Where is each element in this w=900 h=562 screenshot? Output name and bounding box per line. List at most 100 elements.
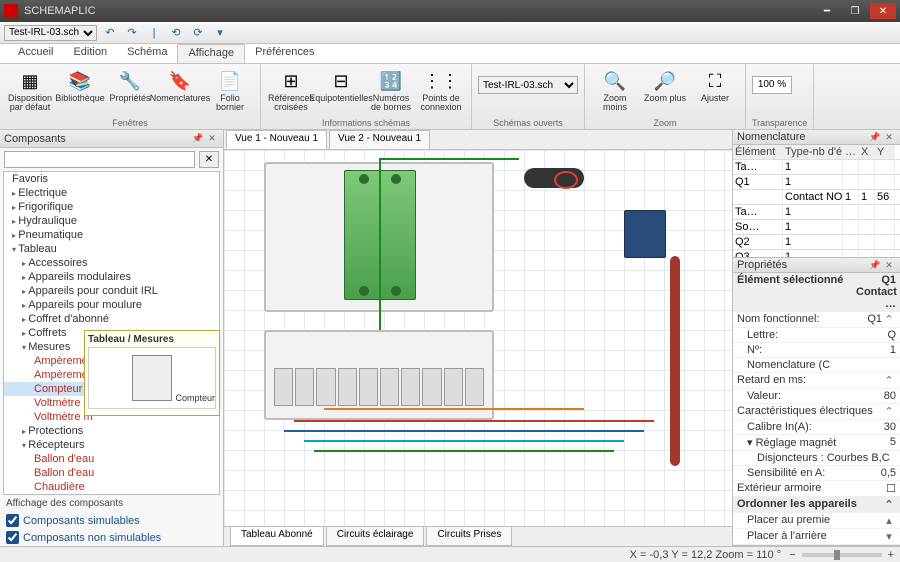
- panel-close-button[interactable]: ✕: [205, 132, 219, 146]
- component-tooltip: Tableau / Mesures Compteur: [84, 330, 220, 416]
- tree-cat-tableau[interactable]: Tableau: [4, 242, 219, 256]
- qat-dropdown[interactable]: ▾: [211, 25, 229, 41]
- ribbon-group-ouverts: Test-IRL-03.sch Schémas ouverts: [472, 64, 585, 129]
- props-icon: 🔧: [114, 68, 146, 94]
- transparency-value[interactable]: 100 %: [752, 76, 792, 94]
- properties-header: Propriétés 📌 ✕: [733, 258, 900, 273]
- nomen-row[interactable]: So…1: [733, 220, 900, 235]
- refs-croisees-button[interactable]: ⊞Références croisées: [267, 66, 315, 114]
- folio-icon: 📄: [214, 68, 246, 94]
- nomen-row[interactable]: Ta…1: [733, 160, 900, 175]
- nomen-row[interactable]: Q31: [733, 250, 900, 258]
- right-panels: Nomenclature 📌 ✕ Élément Type-nb d'él… ……: [732, 130, 900, 546]
- panel-pin-button[interactable]: 📌: [191, 132, 205, 146]
- tree-item[interactable]: Appareils pour moulure: [4, 298, 219, 312]
- tab-accueil[interactable]: Accueil: [8, 44, 63, 63]
- redo-button[interactable]: ↷: [123, 25, 141, 41]
- indicator-pill[interactable]: [524, 168, 584, 188]
- panel-close-button[interactable]: ✕: [882, 130, 896, 144]
- ribbon-group-fenetres: ▦Disposition par défaut 📚Bibliothèque 🔧P…: [0, 64, 261, 129]
- zoom-in-small[interactable]: +: [888, 549, 894, 561]
- wire[interactable]: [379, 158, 381, 330]
- tree-cat[interactable]: Electrique: [4, 186, 219, 200]
- tab-preferences[interactable]: Préférences: [245, 44, 324, 63]
- cursor-coords: X = -0,3 Y = 12,2 Zoom = 110 °: [630, 549, 781, 561]
- zoom-fit-icon: ⛶: [699, 68, 731, 94]
- tree-item[interactable]: Coffret d'abonné: [4, 312, 219, 326]
- zoom-out-button[interactable]: 🔍Zoom moins: [591, 66, 639, 114]
- nomen-row[interactable]: Ta…1: [733, 205, 900, 220]
- nomen-row[interactable]: Q21: [733, 235, 900, 250]
- rotate-right-button[interactable]: ⟳: [189, 25, 207, 41]
- ribbon: ▦Disposition par défaut 📚Bibliothèque 🔧P…: [0, 64, 900, 130]
- zoom-fit-button[interactable]: ⛶Ajuster: [691, 66, 739, 105]
- proprietes-button[interactable]: 🔧Propriétés: [106, 66, 154, 105]
- num-bornes-button[interactable]: 🔢Numéros de bornes: [367, 66, 415, 114]
- close-button[interactable]: ✕: [870, 3, 896, 19]
- nonsimulable-checkbox[interactable]: [6, 531, 19, 544]
- minimize-button[interactable]: ━: [814, 3, 840, 19]
- doc-tab[interactable]: Vue 2 - Nouveau 1: [329, 130, 430, 149]
- schematic-canvas[interactable]: [224, 150, 732, 526]
- zoom-in-button[interactable]: 🔎Zoom plus: [641, 66, 689, 105]
- wire[interactable]: [304, 440, 624, 442]
- wire[interactable]: [284, 430, 644, 432]
- document-tabs: Vue 1 - Nouveau 1 Vue 2 - Nouveau 1: [224, 130, 732, 150]
- nomenclatures-button[interactable]: 🔖Nomenclatures: [156, 66, 204, 105]
- zoom-out-small[interactable]: −: [789, 549, 795, 561]
- tree-leaf[interactable]: Ballon d'eau: [4, 466, 219, 480]
- zoom-slider[interactable]: [802, 553, 882, 557]
- tree-cat[interactable]: Pneumatique: [4, 228, 219, 242]
- wire[interactable]: [379, 158, 519, 160]
- folio-bornier-button[interactable]: 📄Folio bornier: [206, 66, 254, 114]
- rotate-left-button[interactable]: ⟲: [167, 25, 185, 41]
- tree-item[interactable]: Appareils modulaires: [4, 270, 219, 284]
- qat-sep: |: [145, 25, 163, 41]
- tab-affichage[interactable]: Affichage: [177, 44, 245, 63]
- terminals-icon: 🔢: [375, 68, 407, 94]
- component-search-input[interactable]: [4, 151, 195, 168]
- tree-cat[interactable]: Frigorifique: [4, 200, 219, 214]
- nomen-row[interactable]: Contact NO T…1156: [733, 190, 900, 205]
- tab-schema[interactable]: Schéma: [117, 44, 177, 63]
- wire[interactable]: [324, 408, 584, 410]
- bibliotheque-button[interactable]: 📚Bibliothèque: [56, 66, 104, 105]
- components-panel-header: Composants 📌 ✕: [0, 130, 223, 148]
- tree-item-recepteurs[interactable]: Récepteurs: [4, 438, 219, 452]
- simulable-checkbox[interactable]: [6, 514, 19, 527]
- cable-trunk[interactable]: [670, 256, 680, 466]
- sheet-tabs: Tableau Abonné Circuits éclairage Circui…: [224, 526, 732, 546]
- sheet-tab[interactable]: Circuits éclairage: [326, 527, 425, 546]
- tree-leaf[interactable]: Chaudière: [4, 480, 219, 494]
- properties-grid[interactable]: Élément sélectionnéQ1 Contact … Nom fonc…: [733, 273, 900, 546]
- wire[interactable]: [294, 420, 654, 422]
- tab-edition[interactable]: Edition: [63, 44, 117, 63]
- equipot-button[interactable]: ⊟Equipotentielles: [317, 66, 365, 105]
- breaker-row[interactable]: [274, 368, 484, 406]
- tree-item[interactable]: Accessoires: [4, 256, 219, 270]
- tree-leaf[interactable]: Ballon d'eau: [4, 452, 219, 466]
- nomenclature-table[interactable]: Élément Type-nb d'él… … X Y Ta…1Q11Conta…: [733, 145, 900, 258]
- tree-cat[interactable]: Hydraulique: [4, 214, 219, 228]
- undo-button[interactable]: ↶: [101, 25, 119, 41]
- sheet-tab[interactable]: Circuits Prises: [426, 527, 512, 546]
- wire[interactable]: [314, 450, 614, 452]
- sheet-tab[interactable]: Tableau Abonné: [230, 527, 324, 546]
- tree-cat[interactable]: Favoris: [4, 172, 219, 186]
- panel-close-button[interactable]: ✕: [882, 258, 896, 272]
- maximize-button[interactable]: ❐: [842, 3, 868, 19]
- points-connexion-button[interactable]: ⋮⋮Points de connexion: [417, 66, 465, 114]
- tree-item[interactable]: Appareils pour conduit IRL: [4, 284, 219, 298]
- junction-box[interactable]: [624, 210, 666, 258]
- nomen-row[interactable]: Q11: [733, 175, 900, 190]
- open-schema-select[interactable]: Test-IRL-03.sch: [478, 76, 578, 94]
- app-icon: [4, 4, 18, 18]
- component-search-clear[interactable]: ✕: [199, 151, 219, 168]
- doc-tab[interactable]: Vue 1 - Nouveau 1: [226, 130, 327, 149]
- file-selector[interactable]: Test-IRL-03.sch: [4, 25, 97, 41]
- panel-pin-button[interactable]: 📌: [868, 258, 882, 272]
- tree-item[interactable]: Protections: [4, 424, 219, 438]
- disposition-button[interactable]: ▦Disposition par défaut: [6, 66, 54, 114]
- app-title: SCHEMAPLIC: [24, 5, 812, 17]
- panel-pin-button[interactable]: 📌: [868, 130, 882, 144]
